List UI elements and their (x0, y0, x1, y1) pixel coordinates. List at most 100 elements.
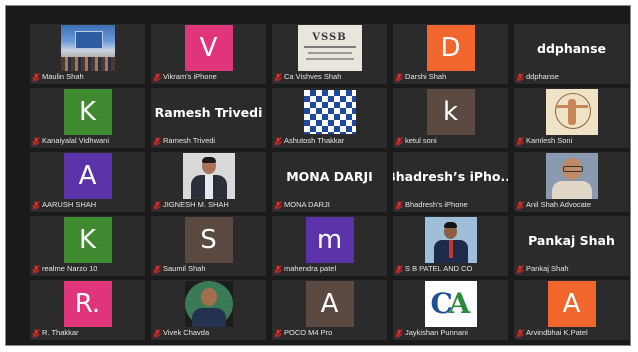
muted-mic-icon (395, 264, 403, 274)
participant-footer: ketul soni (395, 136, 506, 146)
participant-display-name: MONA DARJI (286, 168, 373, 184)
participant-name-label: Vikram's iPhone (163, 72, 217, 81)
participant-footer: Ashutosh Thakkar (274, 136, 385, 146)
muted-mic-icon (395, 136, 403, 146)
participant-avatar: D (426, 25, 475, 71)
participant-photo (303, 90, 356, 134)
participant-footer: ddphanse (516, 72, 627, 82)
participant-name-label: ddphanse (526, 72, 559, 81)
participant-name-label: Bhadresh's iPhone (405, 200, 468, 209)
participant-footer: Maulin Shah (32, 72, 143, 82)
participant-tile[interactable]: R. R. Thakkar (30, 280, 145, 340)
participant-avatar: K (63, 217, 112, 263)
participant-footer: Saumil Shah (153, 264, 264, 274)
muted-mic-icon (516, 264, 524, 274)
participant-name-label: ketul soni (405, 136, 437, 145)
participant-footer: S B PATEL AND CO (395, 264, 506, 274)
muted-mic-icon (153, 136, 161, 146)
participant-tile[interactable]: A POCO M4 Pro (272, 280, 387, 340)
participant-tile[interactable]: Bhadresh’s iPho... Bhadresh's iPhone (393, 152, 508, 212)
participant-photo (184, 281, 233, 327)
participant-name-label: Pankaj Shah (526, 264, 569, 273)
participant-display-name: Ramesh Trivedi (154, 104, 263, 120)
participant-footer: Pankaj Shah (516, 264, 627, 274)
participant-name-label: POCO M4 Pro (284, 328, 333, 337)
muted-mic-icon (32, 328, 40, 338)
participant-tile[interactable]: Anil Shah Advocate (514, 152, 629, 212)
participant-tile[interactable]: A AARUSH SHAH (30, 152, 145, 212)
muted-mic-icon (274, 264, 282, 274)
participant-photo (545, 89, 598, 135)
participant-footer: Kamlesh Soni (516, 136, 627, 146)
muted-mic-icon (153, 200, 161, 210)
participant-name-label: Anil Shah Advocate (526, 200, 592, 209)
participant-tile[interactable]: Vivek Chavda (151, 280, 266, 340)
participant-tile[interactable]: V Vikram's iPhone (151, 24, 266, 84)
muted-mic-icon (274, 72, 282, 82)
participant-tile[interactable]: m mahendra patel (272, 216, 387, 276)
participant-name-label: AARUSH SHAH (42, 200, 97, 209)
participant-avatar: A (63, 153, 112, 199)
participant-tile[interactable]: VSSB Ca Vishves Shah (272, 24, 387, 84)
participant-name-label: S B PATEL AND CO (405, 264, 473, 273)
participant-tile[interactable]: Pankaj Shah Pankaj Shah (514, 216, 629, 276)
muted-mic-icon (153, 328, 161, 338)
participant-display-name: ddphanse (537, 40, 606, 56)
muted-mic-icon (516, 200, 524, 210)
participant-display-name: Bhadresh’s iPho... (393, 168, 508, 184)
participant-tile[interactable]: S Saumil Shah (151, 216, 266, 276)
participant-tile[interactable]: MONA DARJI MONA DARJI (272, 152, 387, 212)
muted-mic-icon (274, 136, 282, 146)
participant-avatar: S (184, 217, 233, 263)
participant-avatar: V (184, 25, 233, 71)
participant-avatar: m (305, 217, 354, 263)
participant-tile[interactable]: JIGNESH M. SHAH (151, 152, 266, 212)
muted-mic-icon (395, 328, 403, 338)
participant-tile[interactable]: C A Jaykishan Punnani (393, 280, 508, 340)
participant-tile[interactable]: Ramesh Trivedi Ramesh Trivedi (151, 88, 266, 148)
muted-mic-icon (153, 72, 161, 82)
participant-name-label: Kamlesh Soni (526, 136, 573, 145)
participant-footer: R. Thakkar (32, 328, 143, 338)
participant-photo (424, 217, 477, 263)
participant-footer: AARUSH SHAH (32, 200, 143, 210)
participant-footer: Vikram's iPhone (153, 72, 264, 82)
participant-name-label: Saumil Shah (163, 264, 206, 273)
participant-name-label: Vivek Chavda (163, 328, 210, 337)
participant-footer: POCO M4 Pro (274, 328, 385, 338)
participant-tile[interactable]: Kamlesh Soni (514, 88, 629, 148)
participant-display-name: Pankaj Shah (528, 232, 615, 248)
participant-photo (60, 25, 115, 71)
participant-tile[interactable]: ddphanse ddphanse (514, 24, 629, 84)
participant-name-label: Arvindbhai K.Patel (526, 328, 588, 337)
muted-mic-icon (32, 72, 40, 82)
participant-footer: Ca Vishves Shah (274, 72, 385, 82)
muted-mic-icon (395, 72, 403, 82)
participant-tile[interactable]: S B PATEL AND CO (393, 216, 508, 276)
participant-name-label: Ca Vishves Shah (284, 72, 342, 81)
participant-name-label: realme Narzo 10 (42, 264, 98, 273)
participant-avatar: A (547, 281, 596, 327)
muted-mic-icon (153, 264, 161, 274)
muted-mic-icon (32, 200, 40, 210)
participant-name-label: Kanaiyalal Vidhwani (42, 136, 109, 145)
participant-footer: Anil Shah Advocate (516, 200, 627, 210)
participant-avatar: k (426, 89, 475, 135)
participant-footer: MONA DARJI (274, 200, 385, 210)
participant-footer: Ramesh Trivedi (153, 136, 264, 146)
participant-tile[interactable]: K Kanaiyalal Vidhwani (30, 88, 145, 148)
participant-tile[interactable]: Maulin Shah (30, 24, 145, 84)
muted-mic-icon (32, 136, 40, 146)
participant-photo (182, 153, 235, 199)
participant-name-label: R. Thakkar (42, 328, 79, 337)
muted-mic-icon (516, 136, 524, 146)
participant-tile[interactable]: A Arvindbhai K.Patel (514, 280, 629, 340)
muted-mic-icon (274, 200, 282, 210)
participant-tile[interactable]: D Darshi Shah (393, 24, 508, 84)
participant-name-label: Jaykishan Punnani (405, 328, 468, 337)
participant-tile[interactable]: Krealme Narzo 10 (30, 216, 145, 276)
participant-tile[interactable]: k ketul soni (393, 88, 508, 148)
participant-footer: Jaykishan Punnani (395, 328, 506, 338)
meeting-window: Maulin Shah V Vikram's iPhone VSSB Ca Vishve… (5, 5, 631, 346)
participant-tile[interactable]: Ashutosh Thakkar (272, 88, 387, 148)
